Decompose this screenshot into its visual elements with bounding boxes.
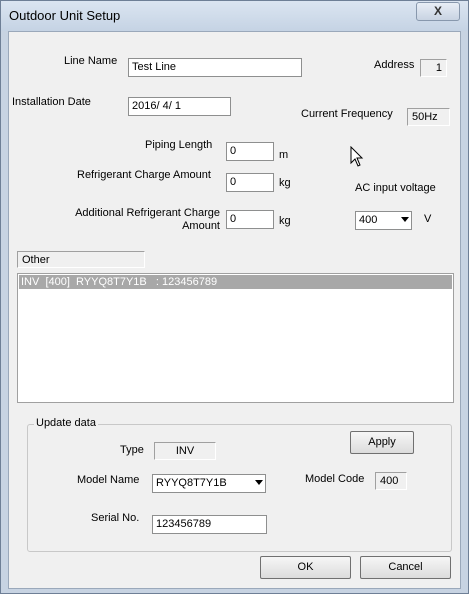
dialog-body: Line Name Test Line Address 1 Installati… (8, 31, 461, 589)
type-value: INV (154, 442, 216, 460)
cancel-button[interactable]: Cancel (360, 556, 451, 579)
refrigerant-charge-unit: kg (279, 177, 291, 189)
refrigerant-charge-label: Refrigerant Charge Amount (77, 169, 211, 181)
install-date-label: Installation Date (12, 96, 91, 108)
chevron-down-icon (401, 217, 409, 222)
serial-number-label: Serial No. (91, 512, 140, 524)
address-value: 1 (420, 59, 447, 77)
model-name-select[interactable]: RYYQ8T7Y1B (152, 474, 266, 493)
close-button[interactable]: X (416, 2, 460, 21)
piping-length-input[interactable]: 0 (226, 142, 274, 161)
refrigerant-charge-input[interactable]: 0 (226, 173, 274, 192)
ok-button[interactable]: OK (260, 556, 351, 579)
additional-charge-unit: kg (279, 215, 291, 227)
model-name-label: Model Name (77, 474, 140, 486)
additional-charge-input[interactable]: 0 (226, 210, 274, 229)
mouse-pointer-icon (350, 146, 364, 167)
other-label: Other (17, 251, 145, 268)
line-name-input[interactable]: Test Line (128, 58, 302, 77)
ac-input-voltage-label: AC input voltage (355, 182, 436, 194)
piping-length-label: Piping Length (145, 139, 213, 151)
chevron-down-icon (255, 480, 263, 485)
ac-input-voltage-unit: V (424, 213, 432, 225)
current-frequency-value: 50Hz (407, 108, 450, 126)
additional-charge-label-line1: Additional Refrigerant Charge (75, 207, 220, 219)
update-data-label: Update data (34, 417, 98, 429)
model-code-value: 400 (375, 472, 407, 490)
other-list[interactable]: INV [400] RYYQ8T7Y1B : 123456789 (17, 273, 454, 403)
dialog-window: Outdoor Unit Setup X Line Name Test Line… (0, 0, 469, 594)
window-title: Outdoor Unit Setup (9, 8, 121, 23)
address-label: Address (374, 59, 415, 71)
type-label: Type (120, 444, 144, 456)
piping-length-unit: m (279, 149, 289, 161)
current-frequency-label: Current Frequency (301, 108, 393, 120)
ac-input-voltage-value: 400 (359, 214, 378, 226)
line-name-label: Line Name (64, 55, 118, 67)
ac-input-voltage-select[interactable]: 400 (355, 211, 412, 230)
list-item[interactable]: INV [400] RYYQ8T7Y1B : 123456789 (19, 275, 452, 289)
model-code-label: Model Code (305, 473, 365, 485)
model-name-value: RYYQ8T7Y1B (156, 477, 227, 489)
serial-number-input[interactable]: 123456789 (152, 515, 267, 534)
additional-charge-label-line2: Amount (182, 220, 220, 232)
title-bar[interactable]: Outdoor Unit Setup X (1, 1, 468, 31)
apply-button[interactable]: Apply (350, 431, 414, 454)
install-date-input[interactable]: 2016/ 4/ 1 (128, 97, 231, 116)
